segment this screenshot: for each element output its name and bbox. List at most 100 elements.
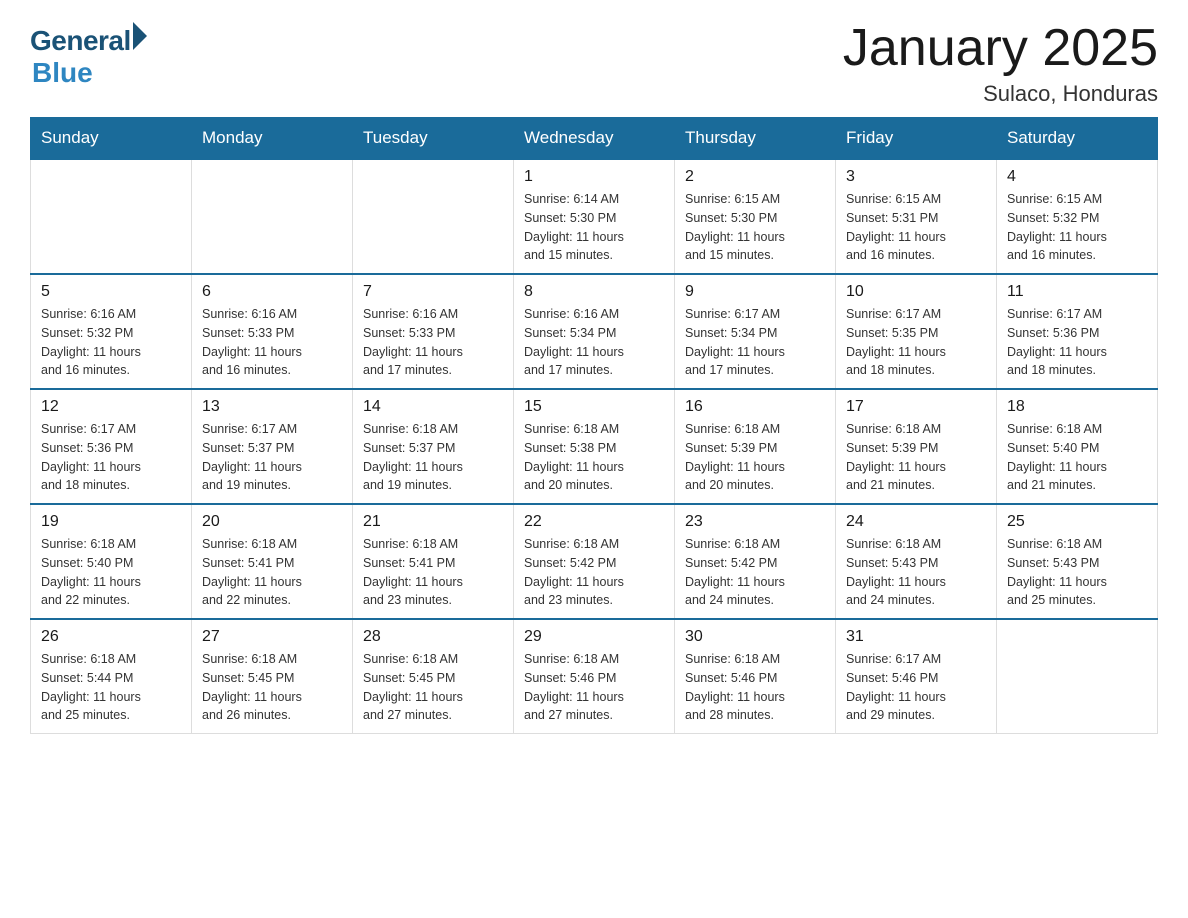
weekday-header-sunday: Sunday bbox=[31, 118, 192, 160]
day-cell-18: 18 Sunrise: 6:18 AM Sunset: 5:40 PM Dayli… bbox=[997, 389, 1158, 504]
logo-blue-text: Blue bbox=[32, 57, 93, 88]
day-info: Sunrise: 6:16 AM Sunset: 5:34 PM Dayligh… bbox=[524, 307, 624, 377]
day-info: Sunrise: 6:18 AM Sunset: 5:40 PM Dayligh… bbox=[1007, 422, 1107, 492]
day-number: 18 bbox=[1007, 398, 1147, 416]
day-cell-14: 14Sunrise: 6:18 AM Sunset: 5:37 PM Dayli… bbox=[353, 389, 514, 504]
week-row-5: 26 Sunrise: 6:18 AM Sunset: 5:44 PM Dayli… bbox=[31, 619, 1158, 734]
weekday-header-monday: Monday bbox=[192, 118, 353, 160]
day-number: 25 bbox=[1007, 513, 1147, 531]
week-row-4: 19 Sunrise: 6:18 AM Sunset: 5:40 PM Dayli… bbox=[31, 504, 1158, 619]
day-info: Sunrise: 6:17 AM Sunset: 5:36 PM Dayligh… bbox=[1007, 307, 1107, 377]
day-cell-25: 25Sunrise: 6:18 AM Sunset: 5:43 PM Dayli… bbox=[997, 504, 1158, 619]
day-cell-16: 16 Sunrise: 6:18 AM Sunset: 5:39 PM Dayli… bbox=[675, 389, 836, 504]
day-info: Sunrise: 6:17 AM Sunset: 5:34 PM Dayligh… bbox=[685, 307, 785, 377]
day-number: 7 bbox=[363, 283, 503, 301]
day-number: 30 bbox=[685, 628, 825, 646]
day-info: Sunrise: 6:17 AM Sunset: 5:36 PM Dayligh… bbox=[41, 422, 141, 492]
day-number: 16 bbox=[685, 398, 825, 416]
weekday-header-row: SundayMondayTuesdayWednesdayThursdayFrid… bbox=[31, 118, 1158, 160]
weekday-header-saturday: Saturday bbox=[997, 118, 1158, 160]
day-info: Sunrise: 6:18 AM Sunset: 5:46 PM Dayligh… bbox=[524, 652, 624, 722]
day-info: Sunrise: 6:18 AM Sunset: 5:44 PM Dayligh… bbox=[41, 652, 141, 722]
day-number: 2 bbox=[685, 168, 825, 186]
day-cell-22: 22 Sunrise: 6:18 AM Sunset: 5:42 PM Dayli… bbox=[514, 504, 675, 619]
day-cell-6: 6 Sunrise: 6:16 AM Sunset: 5:33 PM Daylig… bbox=[192, 274, 353, 389]
day-cell-12: 12 Sunrise: 6:17 AM Sunset: 5:36 PM Dayli… bbox=[31, 389, 192, 504]
day-cell-7: 7 Sunrise: 6:16 AM Sunset: 5:33 PM Daylig… bbox=[353, 274, 514, 389]
day-number: 17 bbox=[846, 398, 986, 416]
day-number: 13 bbox=[202, 398, 342, 416]
day-info: Sunrise: 6:16 AM Sunset: 5:33 PM Dayligh… bbox=[363, 307, 463, 377]
day-number: 26 bbox=[41, 628, 181, 646]
day-cell-5: 5 Sunrise: 6:16 AM Sunset: 5:32 PM Daylig… bbox=[31, 274, 192, 389]
week-row-3: 12 Sunrise: 6:17 AM Sunset: 5:36 PM Dayli… bbox=[31, 389, 1158, 504]
weekday-header-friday: Friday bbox=[836, 118, 997, 160]
day-cell-2: 2 Sunrise: 6:15 AM Sunset: 5:30 PM Daylig… bbox=[675, 159, 836, 274]
day-info: Sunrise: 6:18 AM Sunset: 5:41 PM Dayligh… bbox=[363, 537, 463, 607]
day-info: Sunrise: 6:16 AM Sunset: 5:33 PM Dayligh… bbox=[202, 307, 302, 377]
day-info: Sunrise: 6:18 AM Sunset: 5:42 PM Dayligh… bbox=[524, 537, 624, 607]
day-number: 22 bbox=[524, 513, 664, 531]
page-header: General Blue January 2025 Sulaco, Hondur… bbox=[30, 20, 1158, 107]
day-cell-3: 3 Sunrise: 6:15 AM Sunset: 5:31 PM Daylig… bbox=[836, 159, 997, 274]
day-cell-23: 23 Sunrise: 6:18 AM Sunset: 5:42 PM Dayli… bbox=[675, 504, 836, 619]
day-number: 15 bbox=[524, 398, 664, 416]
day-cell-15: 15 Sunrise: 6:18 AM Sunset: 5:38 PM Dayli… bbox=[514, 389, 675, 504]
logo-arrow-icon bbox=[133, 22, 147, 50]
weekday-header-thursday: Thursday bbox=[675, 118, 836, 160]
day-cell-24: 24Sunrise: 6:18 AM Sunset: 5:43 PM Dayli… bbox=[836, 504, 997, 619]
day-number: 4 bbox=[1007, 168, 1147, 186]
day-cell-29: 29 Sunrise: 6:18 AM Sunset: 5:46 PM Dayli… bbox=[514, 619, 675, 734]
day-info: Sunrise: 6:18 AM Sunset: 5:45 PM Dayligh… bbox=[363, 652, 463, 722]
day-info: Sunrise: 6:15 AM Sunset: 5:31 PM Dayligh… bbox=[846, 192, 946, 262]
day-info: Sunrise: 6:18 AM Sunset: 5:42 PM Dayligh… bbox=[685, 537, 785, 607]
logo-general-text: General bbox=[30, 25, 131, 57]
day-number: 1 bbox=[524, 168, 664, 186]
day-info: Sunrise: 6:15 AM Sunset: 5:30 PM Dayligh… bbox=[685, 192, 785, 262]
day-cell-empty bbox=[31, 159, 192, 274]
day-cell-empty bbox=[997, 619, 1158, 734]
day-number: 19 bbox=[41, 513, 181, 531]
day-cell-4: 4 Sunrise: 6:15 AM Sunset: 5:32 PM Daylig… bbox=[997, 159, 1158, 274]
day-cell-empty bbox=[353, 159, 514, 274]
day-info: Sunrise: 6:16 AM Sunset: 5:32 PM Dayligh… bbox=[41, 307, 141, 377]
day-cell-19: 19 Sunrise: 6:18 AM Sunset: 5:40 PM Dayli… bbox=[31, 504, 192, 619]
day-info: Sunrise: 6:17 AM Sunset: 5:46 PM Dayligh… bbox=[846, 652, 946, 722]
day-number: 31 bbox=[846, 628, 986, 646]
day-cell-9: 9Sunrise: 6:17 AM Sunset: 5:34 PM Daylig… bbox=[675, 274, 836, 389]
day-cell-20: 20Sunrise: 6:18 AM Sunset: 5:41 PM Dayli… bbox=[192, 504, 353, 619]
day-info: Sunrise: 6:15 AM Sunset: 5:32 PM Dayligh… bbox=[1007, 192, 1107, 262]
day-cell-27: 27Sunrise: 6:18 AM Sunset: 5:45 PM Dayli… bbox=[192, 619, 353, 734]
day-info: Sunrise: 6:18 AM Sunset: 5:41 PM Dayligh… bbox=[202, 537, 302, 607]
day-cell-1: 1Sunrise: 6:14 AM Sunset: 5:30 PM Daylig… bbox=[514, 159, 675, 274]
day-cell-31: 31 Sunrise: 6:17 AM Sunset: 5:46 PM Dayli… bbox=[836, 619, 997, 734]
day-cell-8: 8Sunrise: 6:16 AM Sunset: 5:34 PM Daylig… bbox=[514, 274, 675, 389]
day-info: Sunrise: 6:18 AM Sunset: 5:40 PM Dayligh… bbox=[41, 537, 141, 607]
day-cell-13: 13Sunrise: 6:17 AM Sunset: 5:37 PM Dayli… bbox=[192, 389, 353, 504]
day-cell-10: 10Sunrise: 6:17 AM Sunset: 5:35 PM Dayli… bbox=[836, 274, 997, 389]
calendar-title: January 2025 bbox=[843, 20, 1158, 77]
week-row-1: 1Sunrise: 6:14 AM Sunset: 5:30 PM Daylig… bbox=[31, 159, 1158, 274]
day-number: 28 bbox=[363, 628, 503, 646]
day-number: 11 bbox=[1007, 283, 1147, 301]
week-row-2: 5 Sunrise: 6:16 AM Sunset: 5:32 PM Daylig… bbox=[31, 274, 1158, 389]
day-number: 27 bbox=[202, 628, 342, 646]
day-info: Sunrise: 6:18 AM Sunset: 5:39 PM Dayligh… bbox=[685, 422, 785, 492]
day-number: 6 bbox=[202, 283, 342, 301]
logo: General Blue bbox=[30, 20, 147, 89]
day-cell-21: 21Sunrise: 6:18 AM Sunset: 5:41 PM Dayli… bbox=[353, 504, 514, 619]
day-cell-28: 28 Sunrise: 6:18 AM Sunset: 5:45 PM Dayli… bbox=[353, 619, 514, 734]
day-info: Sunrise: 6:17 AM Sunset: 5:35 PM Dayligh… bbox=[846, 307, 946, 377]
day-info: Sunrise: 6:18 AM Sunset: 5:38 PM Dayligh… bbox=[524, 422, 624, 492]
day-number: 29 bbox=[524, 628, 664, 646]
day-number: 5 bbox=[41, 283, 181, 301]
day-cell-26: 26 Sunrise: 6:18 AM Sunset: 5:44 PM Dayli… bbox=[31, 619, 192, 734]
day-info: Sunrise: 6:18 AM Sunset: 5:37 PM Dayligh… bbox=[363, 422, 463, 492]
weekday-header-wednesday: Wednesday bbox=[514, 118, 675, 160]
day-number: 3 bbox=[846, 168, 986, 186]
day-info: Sunrise: 6:18 AM Sunset: 5:43 PM Dayligh… bbox=[846, 537, 946, 607]
day-cell-empty bbox=[192, 159, 353, 274]
day-number: 12 bbox=[41, 398, 181, 416]
day-number: 23 bbox=[685, 513, 825, 531]
day-cell-17: 17Sunrise: 6:18 AM Sunset: 5:39 PM Dayli… bbox=[836, 389, 997, 504]
